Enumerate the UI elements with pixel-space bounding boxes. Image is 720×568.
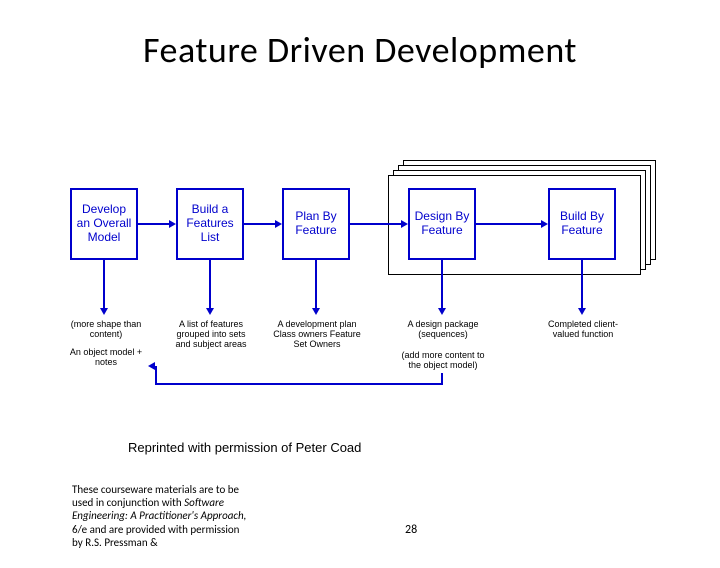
feedback-line xyxy=(441,373,443,383)
footer-note: These courseware materials are to be use… xyxy=(72,483,252,549)
step-box-design: Design By Feature xyxy=(408,188,476,260)
connector xyxy=(476,223,541,225)
arrow-right-icon xyxy=(169,220,176,228)
connector xyxy=(138,223,169,225)
caption: A list of features grouped into sets and… xyxy=(170,320,252,350)
caption: (more shape than content) xyxy=(66,320,146,340)
connector xyxy=(315,260,317,308)
connector xyxy=(244,223,275,225)
connector xyxy=(103,260,105,308)
arrow-right-icon xyxy=(401,220,408,228)
connector xyxy=(209,260,211,308)
page-number: 28 xyxy=(405,523,417,537)
step-box-plan: Plan By Feature xyxy=(282,188,350,260)
arrow-down-icon xyxy=(578,308,586,315)
arrow-down-icon xyxy=(206,308,214,315)
connector xyxy=(441,260,443,308)
caption: Completed client-valued function xyxy=(542,320,624,340)
arrow-right-icon xyxy=(275,220,282,228)
arrow-down-icon xyxy=(100,308,108,315)
footer-text: 6/e and are provided with permission by … xyxy=(72,523,239,549)
arrow-down-icon xyxy=(438,308,446,315)
fdd-diagram: Develop an Overall Model Build a Feature… xyxy=(70,148,650,428)
feedback-line xyxy=(155,366,157,385)
step-box-build-list: Build a Features List xyxy=(176,188,244,260)
caption: (add more content to the object model) xyxy=(397,351,489,371)
connector xyxy=(581,260,583,308)
caption: A development plan Class owners Feature … xyxy=(270,320,364,350)
step-box-build: Build By Feature xyxy=(548,188,616,260)
arrow-right-icon xyxy=(541,220,548,228)
connector xyxy=(350,223,401,225)
slide-title: Feature Driven Development xyxy=(0,28,720,72)
arrow-down-icon xyxy=(312,308,320,315)
caption: An object model + notes xyxy=(66,348,146,368)
caption: A design package (sequences) xyxy=(402,320,484,340)
arrow-left-icon xyxy=(148,362,155,370)
step-box-develop-model: Develop an Overall Model xyxy=(70,188,138,260)
feedback-line xyxy=(155,383,443,385)
permission-note: Reprinted with permission of Peter Coad xyxy=(128,440,361,455)
